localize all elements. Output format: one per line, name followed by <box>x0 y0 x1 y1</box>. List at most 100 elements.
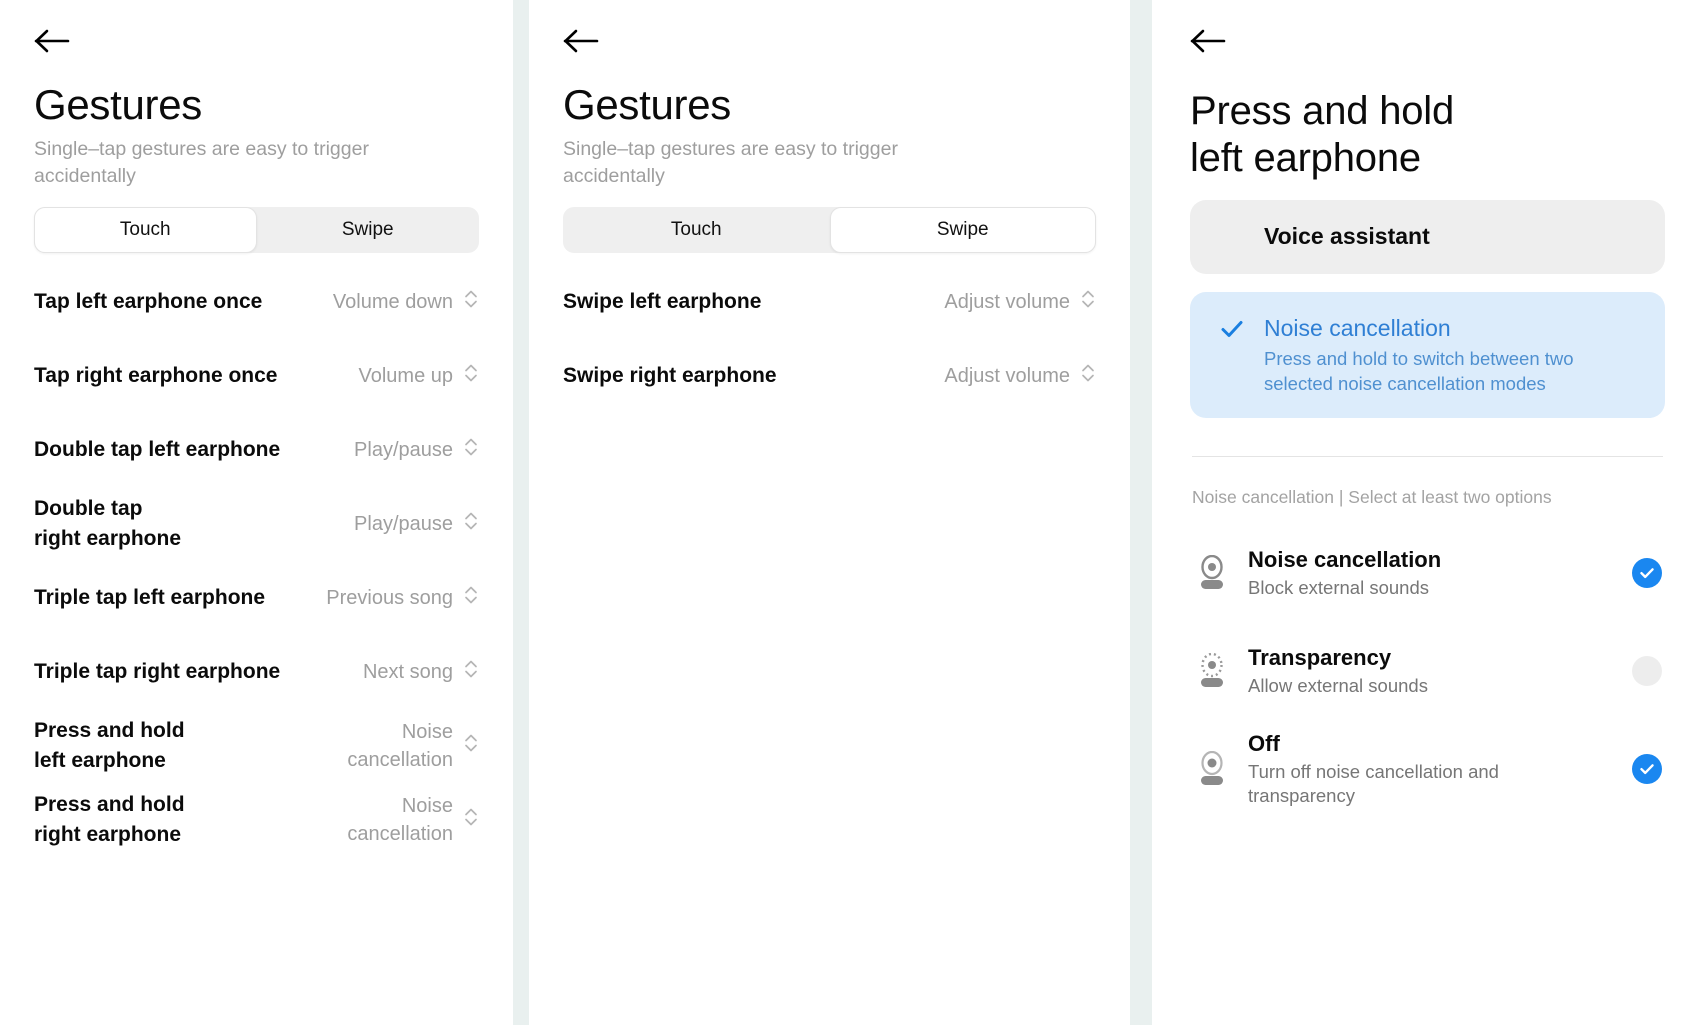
chevron-updown-icon[interactable] <box>463 509 479 538</box>
check-icon <box>1219 316 1245 347</box>
gesture-label: Double tap left earphone <box>34 437 281 461</box>
gesture-row[interactable]: Tap right earphone once Volume up <box>34 339 479 413</box>
gesture-list-swipe: Swipe left earphone Adjust volume Swipe … <box>563 265 1096 413</box>
gesture-value: Adjust volume <box>944 290 1070 313</box>
mode-checkbox[interactable] <box>1631 753 1663 784</box>
chevron-updown-icon[interactable] <box>463 583 479 612</box>
mode-body: Transparency Allow external sounds <box>1248 644 1615 699</box>
gesture-value: Noise cancellation <box>347 794 453 845</box>
gesture-value-control[interactable]: Volume down <box>333 287 479 316</box>
option-card-description: Press and hold to switch between two sel… <box>1264 348 1574 394</box>
mode-description: Block external sounds <box>1248 577 1429 599</box>
section-caption: Noise cancellation | Select at least two… <box>1192 486 1552 507</box>
gesture-value: Previous song <box>326 586 453 609</box>
mode-description: Allow external sounds <box>1248 675 1428 697</box>
three-panel-screenshot: Gestures Single–tap gestures are easy to… <box>0 0 1703 1025</box>
gesture-value-control[interactable]: Adjust volume <box>944 361 1096 390</box>
checkbox-checked-icon <box>1632 753 1662 784</box>
page-title: Press and hold left earphone <box>1190 89 1455 181</box>
gesture-type-tabs: Touch Swipe <box>34 206 480 253</box>
option-card-body: Noise cancellation Press and hold to swi… <box>1264 314 1637 396</box>
gesture-row[interactable]: Triple tap right earphone Next song <box>34 635 479 709</box>
gesture-value: Play/pause <box>354 512 453 535</box>
gesture-value-control[interactable]: Adjust volume <box>944 287 1096 316</box>
check-slot <box>1218 314 1246 347</box>
noise-cancellation-icon <box>1192 554 1232 591</box>
option-card-voice-assistant[interactable]: Voice assistant <box>1190 200 1665 275</box>
mode-description: Turn off noise cancellation and transpar… <box>1248 761 1499 807</box>
chevron-updown-icon[interactable] <box>463 435 479 464</box>
gesture-value-control[interactable]: Noise cancellation <box>347 792 479 848</box>
gesture-row[interactable]: Double tap left earphone Play/pause <box>34 413 479 487</box>
mode-title: Off <box>1248 730 1280 756</box>
page-title: Gestures <box>34 81 202 128</box>
gesture-value: Play/pause <box>354 438 453 461</box>
gesture-row[interactable]: Tap left earphone once Volume down <box>34 265 479 339</box>
tab-touch[interactable]: Touch <box>34 206 257 253</box>
option-card-body: Voice assistant <box>1264 222 1637 252</box>
gesture-value-control[interactable]: Next song <box>363 657 479 686</box>
gesture-label: Swipe right earphone <box>563 363 777 387</box>
gesture-value-control[interactable]: Volume up <box>358 361 479 390</box>
mode-row-transparency[interactable]: Transparency Allow external sounds <box>1190 622 1665 720</box>
off-icon <box>1192 750 1232 787</box>
mode-body: Off Turn off noise cancellation and tran… <box>1248 730 1615 809</box>
back-button[interactable] <box>34 20 80 62</box>
panel-press-and-hold-detail: Press and hold left earphone Voice assis… <box>1152 0 1703 1025</box>
tab-swipe[interactable]: Swipe <box>829 206 1096 253</box>
gesture-row[interactable]: Press and hold right earphone Noise canc… <box>34 783 479 857</box>
arrow-left-icon <box>563 28 601 54</box>
gesture-row[interactable]: Press and hold left earphone Noise cance… <box>34 709 479 783</box>
checkbox-checked-icon <box>1632 557 1662 588</box>
back-button[interactable] <box>1190 20 1236 62</box>
gesture-row[interactable]: Swipe left earphone Adjust volume <box>563 265 1096 339</box>
gesture-list-touch: Tap left earphone once Volume down Tap r… <box>34 265 479 857</box>
gesture-value-control[interactable]: Previous song <box>326 583 479 612</box>
gesture-label: Triple tap right earphone <box>34 659 281 683</box>
page-subtitle: Single–tap gestures are easy to trigger … <box>563 138 898 187</box>
mode-checkbox[interactable] <box>1631 557 1663 588</box>
gesture-row[interactable]: Swipe right earphone Adjust volume <box>563 339 1096 413</box>
chevron-updown-icon[interactable] <box>463 361 479 390</box>
gesture-value: Volume up <box>358 364 453 387</box>
page-title: Gestures <box>563 81 731 128</box>
check-slot <box>1218 222 1246 224</box>
checkbox-unchecked-icon <box>1632 655 1662 686</box>
gesture-row[interactable]: Triple tap left earphone Previous song <box>34 561 479 635</box>
gesture-value: Volume down <box>332 290 453 313</box>
arrow-left-icon <box>1190 28 1228 54</box>
gesture-label: Double tap right earphone <box>34 496 182 550</box>
chevron-updown-icon[interactable] <box>1080 287 1096 316</box>
mode-checkbox[interactable] <box>1631 655 1663 686</box>
mode-row-off[interactable]: Off Turn off noise cancellation and tran… <box>1190 720 1665 818</box>
chevron-updown-icon[interactable] <box>463 805 479 834</box>
mode-title: Noise cancellation <box>1248 546 1442 572</box>
gesture-label: Press and hold left earphone <box>34 718 185 772</box>
tab-touch[interactable]: Touch <box>563 207 830 253</box>
mode-row-noise-cancellation[interactable]: Noise cancellation Block external sounds <box>1190 524 1665 622</box>
tab-swipe[interactable]: Swipe <box>257 207 480 253</box>
chevron-updown-icon[interactable] <box>463 657 479 686</box>
mode-title: Transparency <box>1248 644 1392 670</box>
gesture-value-control[interactable]: Play/pause <box>354 435 479 464</box>
gesture-label: Tap right earphone once <box>34 363 278 387</box>
panel-gestures-touch: Gestures Single–tap gestures are easy to… <box>0 0 513 1025</box>
arrow-left-icon <box>34 28 72 54</box>
chevron-updown-icon[interactable] <box>1080 361 1096 390</box>
gesture-label: Press and hold right earphone <box>34 792 185 846</box>
back-button[interactable] <box>563 20 609 62</box>
gesture-row[interactable]: Double tap right earphone Play/pause <box>34 487 479 561</box>
section-divider <box>1192 455 1663 457</box>
option-card-title: Voice assistant <box>1264 223 1430 250</box>
gesture-value-control[interactable]: Play/pause <box>354 509 479 538</box>
mode-body: Noise cancellation Block external sounds <box>1248 546 1615 601</box>
chevron-updown-icon[interactable] <box>463 731 479 760</box>
gesture-label: Triple tap left earphone <box>34 585 266 609</box>
gesture-value-control[interactable]: Noise cancellation <box>347 718 479 774</box>
gesture-type-tabs: Touch Swipe <box>563 206 1096 253</box>
chevron-updown-icon[interactable] <box>463 287 479 316</box>
option-card-noise-cancellation[interactable]: Noise cancellation Press and hold to swi… <box>1190 292 1665 418</box>
option-card-title: Noise cancellation <box>1264 315 1451 342</box>
panel-divider-1 <box>513 0 529 1025</box>
transparency-icon <box>1192 652 1232 689</box>
